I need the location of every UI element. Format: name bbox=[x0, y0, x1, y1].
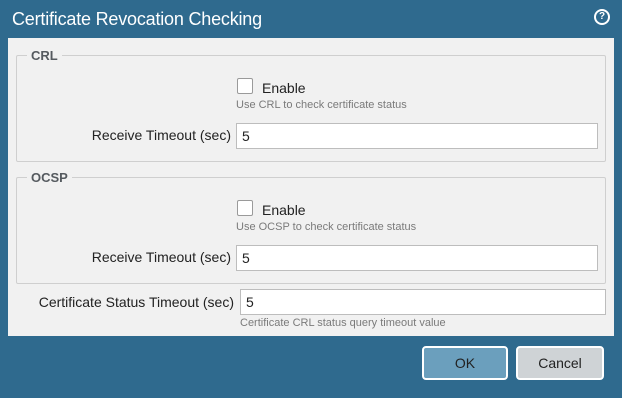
crl-timeout-label: Receive Timeout (sec) bbox=[91, 127, 231, 143]
ocsp-enable-checkbox[interactable] bbox=[237, 200, 253, 216]
ocsp-timeout-label: Receive Timeout (sec) bbox=[91, 249, 231, 265]
dialog-content: CRL Enable Use CRL to check certificate … bbox=[8, 38, 614, 336]
ocsp-legend: OCSP bbox=[31, 170, 68, 185]
cancel-button[interactable]: Cancel bbox=[516, 346, 604, 380]
crl-timeout-input[interactable]: 5 bbox=[236, 123, 598, 149]
ocsp-enable-help: Use OCSP to check certificate status bbox=[236, 221, 417, 233]
crl-enable-label: Enable bbox=[262, 80, 306, 96]
crl-legend: CRL bbox=[31, 48, 58, 63]
status-timeout-input[interactable]: 5 bbox=[240, 289, 606, 315]
crl-enable-checkbox[interactable] bbox=[237, 78, 253, 94]
dialog-title: Certificate Revocation Checking bbox=[12, 9, 262, 29]
ok-button[interactable]: OK bbox=[422, 346, 508, 380]
help-icon[interactable] bbox=[594, 9, 610, 25]
ocsp-timeout-input[interactable]: 5 bbox=[236, 245, 598, 271]
crl-enable-help: Use CRL to check certificate status bbox=[236, 99, 407, 111]
ocsp-enable-label: Enable bbox=[262, 202, 306, 218]
dialog-titlebar: Certificate Revocation Checking bbox=[0, 0, 622, 38]
dialog-footer: OK Cancel bbox=[0, 336, 622, 398]
status-timeout-help: Certificate CRL status query timeout val… bbox=[240, 317, 446, 329]
status-timeout-label: Certificate Status Timeout (sec) bbox=[38, 294, 234, 310]
